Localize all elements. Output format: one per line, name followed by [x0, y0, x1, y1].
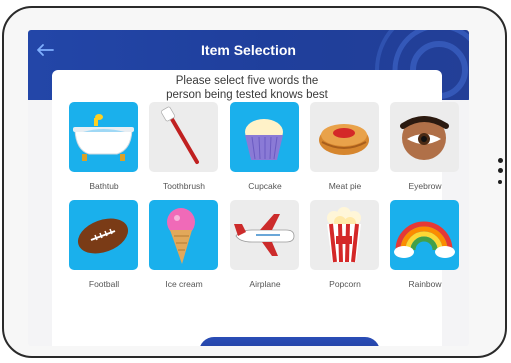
- item-label: Airplane: [249, 279, 281, 289]
- item-card-toothbrush[interactable]: [149, 102, 218, 172]
- football-icon: [77, 218, 129, 254]
- eyebrow-icon: [400, 116, 449, 160]
- item-card-bathtub[interactable]: [69, 102, 138, 172]
- bathtub-icon: [73, 114, 134, 161]
- app-screen: Item Selection Please select five words …: [28, 30, 469, 346]
- rainbow-icon: [394, 221, 455, 258]
- item-label: Bathtub: [89, 181, 119, 191]
- instruction-text: Please select five words the person bein…: [52, 74, 442, 102]
- item-label: Cupcake: [248, 181, 282, 191]
- item-card-ice-cream[interactable]: [149, 200, 218, 270]
- item-label: Eyebrow: [408, 181, 442, 191]
- airplane-icon: [234, 214, 295, 256]
- instruction-line: Please select five words the: [175, 75, 319, 87]
- item-label: Football: [88, 279, 120, 289]
- continue-button[interactable]: Continue: [199, 337, 380, 346]
- page-title: Item Selection: [201, 42, 296, 58]
- item-card-cupcake[interactable]: [230, 102, 299, 172]
- item-label: Toothbrush: [162, 181, 206, 191]
- item-card-rainbow[interactable]: [390, 200, 459, 270]
- item-card-popcorn[interactable]: [310, 200, 379, 270]
- camera-dot: [498, 180, 502, 184]
- popcorn-icon: [327, 207, 361, 263]
- ice-cream-icon: [167, 208, 195, 264]
- item-label: Popcorn: [329, 279, 361, 289]
- item-label: Ice cream: [165, 279, 203, 289]
- cupcake-icon: [245, 119, 283, 160]
- instruction-line: person being tested knows best: [166, 89, 328, 101]
- item-card-eyebrow[interactable]: [390, 102, 459, 172]
- selection-panel: Please select five words the person bein…: [52, 70, 459, 346]
- item-card-meat-pie[interactable]: [310, 102, 379, 172]
- meat-pie-icon: [319, 124, 369, 155]
- toothbrush-icon: [161, 106, 199, 164]
- item-label: Meat pie: [328, 181, 362, 191]
- camera-dot: [498, 168, 503, 173]
- camera-dot: [498, 158, 503, 163]
- item-card-football[interactable]: [69, 200, 138, 270]
- item-label: Rainbow: [408, 279, 442, 289]
- item-card-airplane[interactable]: [230, 200, 299, 270]
